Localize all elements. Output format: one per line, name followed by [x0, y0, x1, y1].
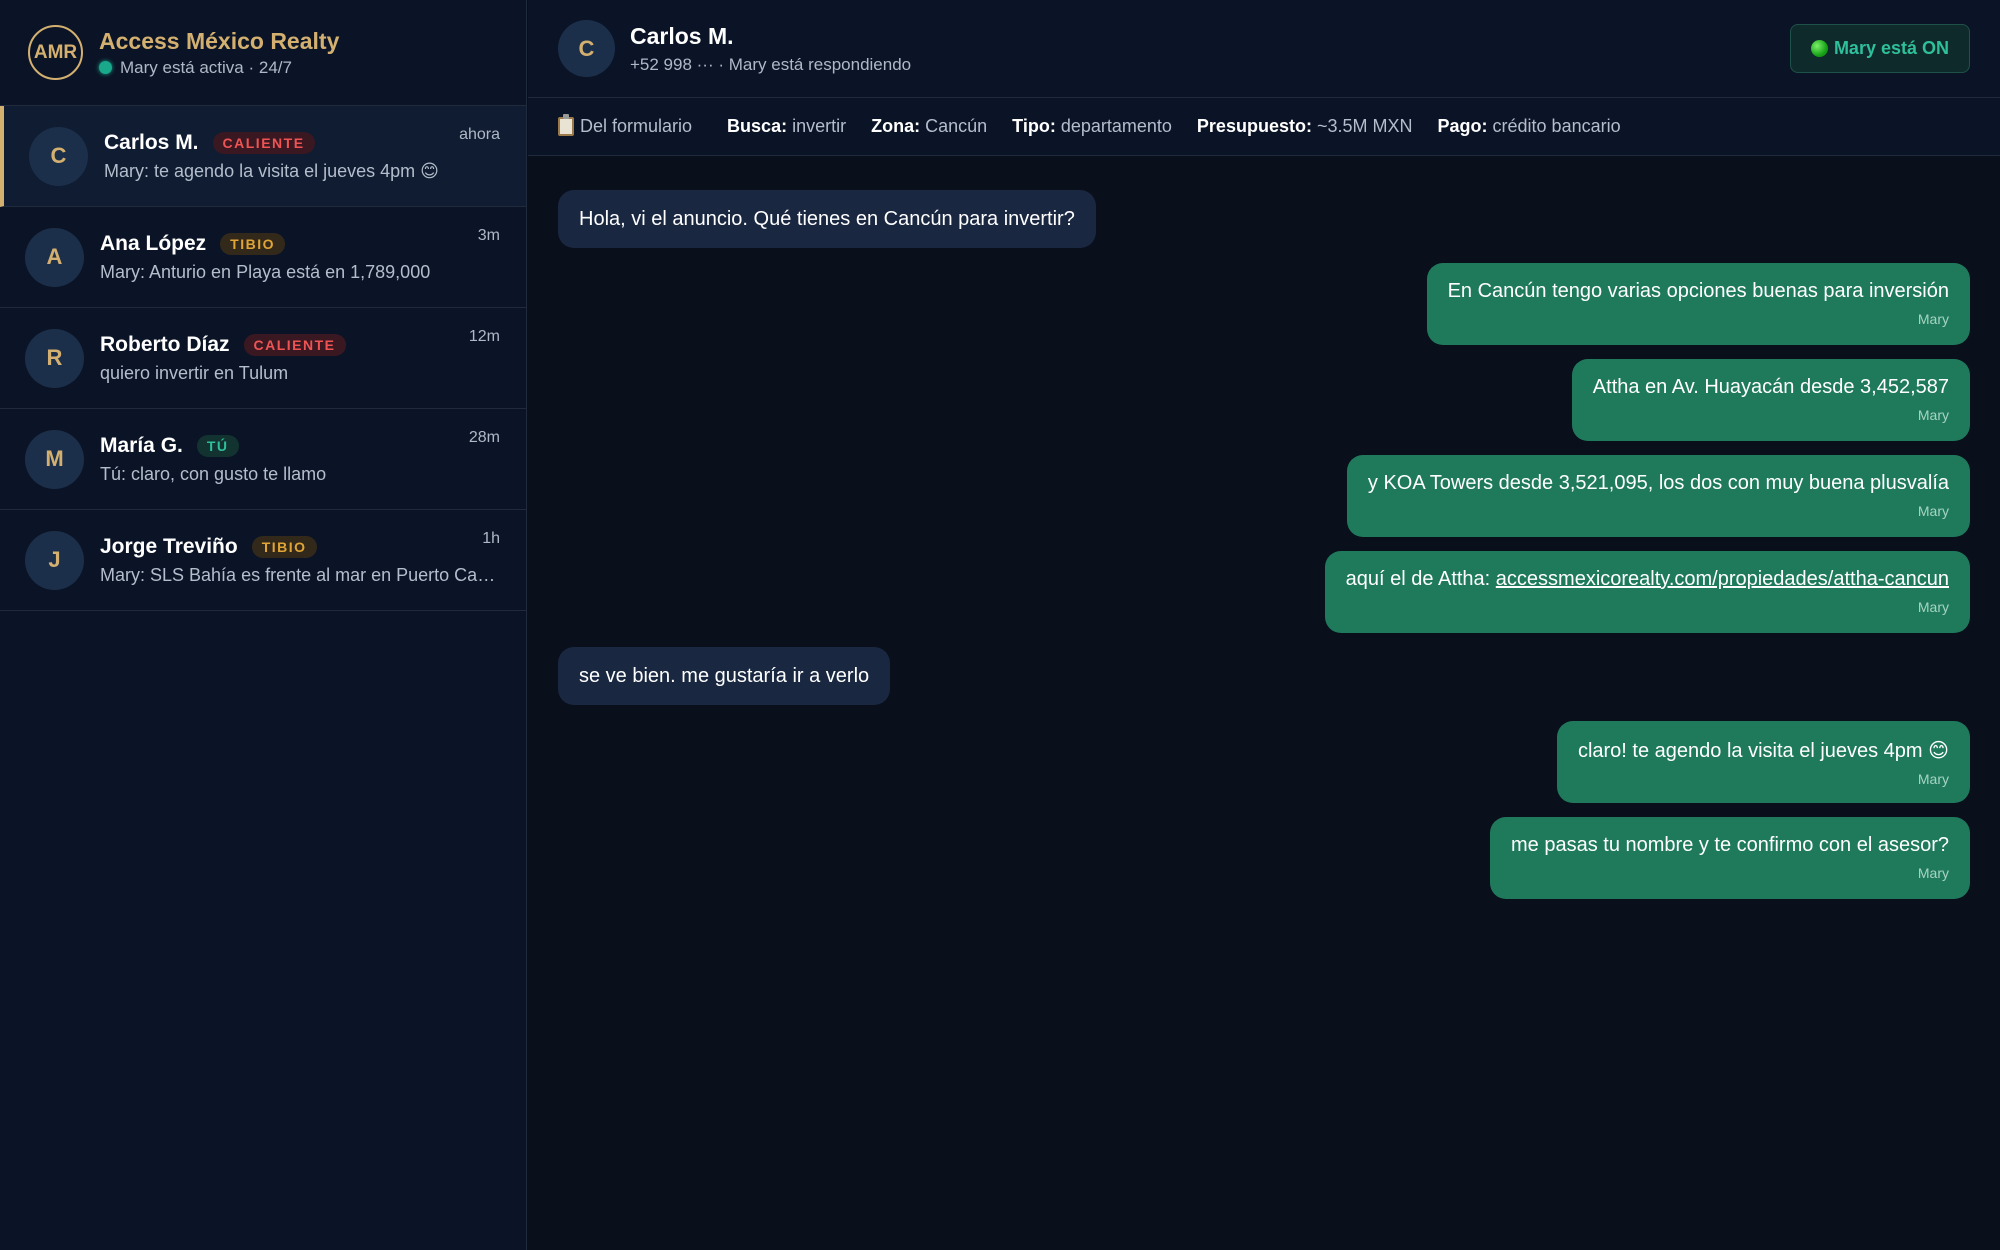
clipboard-icon: [558, 114, 574, 136]
message-preview: Tú: claro, con gusto te llamo: [100, 463, 327, 484]
conversation-sidebar: AMR Access México Realty Mary está activ…: [0, 0, 527, 1250]
incoming-message: Hola, vi el anuncio. Qué tienes en Cancú…: [558, 190, 1096, 248]
form-field-tipo: Tipo: departamento: [1012, 116, 1172, 136]
conversation-item-roberto[interactable]: R Roberto Díaz CALIENTE quiero invertir …: [0, 308, 526, 409]
message-sender: Mary: [1917, 311, 1949, 327]
form-field-busca: Busca: invertir: [727, 116, 847, 136]
message-preview: Mary: te agendo la visita el jueves 4pm …: [104, 160, 439, 181]
timestamp: 1h: [482, 530, 500, 547]
form-field-pago: Pago: crédito bancario: [1437, 116, 1621, 136]
avatar: J: [25, 530, 84, 590]
outgoing-message: y KOA Towers desde 3,521,095, los dos co…: [1346, 455, 1970, 537]
assistant-toggle-button[interactable]: Mary está ON: [1789, 24, 1970, 73]
avatar: C: [29, 126, 88, 186]
chat-subtitle: +52 998 ··· · Mary está respondiendo: [630, 54, 912, 74]
lead-form-summary: Del formulario Busca: invertir Zona: Can…: [528, 98, 2000, 156]
assistant-status: Mary está activa · 24/7: [99, 58, 339, 78]
timestamp: ahora: [459, 126, 500, 143]
property-link[interactable]: accessmexicorealty.com/propiedades/attha…: [1496, 568, 1949, 590]
conversation-item-jorge[interactable]: J Jorge Treviño TIBIO Mary: SLS Bahía es…: [0, 510, 526, 611]
timestamp: 12m: [468, 328, 500, 345]
message-sender: Mary: [1917, 865, 1949, 881]
avatar: M: [25, 429, 84, 489]
brand-name: Access México Realty: [99, 27, 340, 54]
assistant-toggle-label: Mary está ON: [1833, 38, 1949, 58]
timestamp: 28m: [468, 429, 500, 446]
chat-contact-name: Carlos M.: [630, 22, 734, 49]
lead-status-badge: CALIENTE: [212, 131, 315, 154]
message-preview: Mary: Anturio en Playa está en 1,789,000: [100, 261, 431, 282]
message-sender: Mary: [1917, 503, 1949, 519]
lead-status-badge: CALIENTE: [243, 333, 346, 356]
contact-name: Carlos M.: [104, 130, 199, 154]
contact-name: María G.: [100, 433, 183, 457]
lead-status-badge: TIBIO: [220, 232, 286, 255]
form-field-zona: Zona: Cancún: [871, 116, 988, 136]
message-sender: Mary: [1917, 771, 1949, 787]
form-field-presupuesto: Presupuesto: ~3.5M MXN: [1196, 116, 1413, 136]
outgoing-message: me pasas tu nombre y te confirmo con el …: [1490, 817, 1970, 899]
outgoing-message: Attha en Av. Huayacán desde 3,452,587 Ma…: [1571, 359, 1970, 441]
lead-status-badge: TÚ: [196, 434, 239, 457]
contact-name: Jorge Treviño: [100, 534, 238, 558]
message-preview: Mary: SLS Bahía es frente al mar en Puer…: [100, 564, 501, 585]
message-sender: Mary: [1917, 407, 1949, 423]
avatar: A: [25, 227, 84, 287]
online-dot-icon: [99, 61, 112, 74]
form-source: Del formulario: [558, 114, 693, 137]
conversation-item-ana[interactable]: A Ana López TIBIO Mary: Anturio en Playa…: [0, 207, 526, 308]
outgoing-message: aquí el de Attha: accessmexicorealty.com…: [1324, 551, 1970, 633]
conversation-item-maria[interactable]: M María G. TÚ Tú: claro, con gusto te ll…: [0, 409, 526, 510]
message-thread: Hola, vi el anuncio. Qué tienes en Cancú…: [528, 156, 2000, 1250]
outgoing-message: claro! te agendo la visita el jueves 4pm…: [1556, 721, 1970, 803]
assistant-status-text: Mary está activa · 24/7: [120, 57, 292, 77]
brand-logo: AMR: [28, 25, 83, 80]
form-source-label: Del formulario: [580, 116, 693, 136]
conversation-item-carlos[interactable]: C Carlos M. CALIENTE Mary: te agendo la …: [0, 106, 526, 207]
brand-header: AMR Access México Realty Mary está activ…: [0, 0, 526, 106]
avatar: C: [558, 20, 615, 77]
green-circle-icon: [1810, 40, 1828, 57]
incoming-message: se ve bien. me gustaría ir a verlo: [558, 647, 891, 705]
avatar: R: [25, 328, 84, 388]
message-sender: Mary: [1917, 599, 1949, 615]
timestamp: 3m: [477, 227, 500, 244]
chat-header: C Carlos M. +52 998 ··· · Mary está resp…: [528, 0, 2000, 98]
chat-panel: C Carlos M. +52 998 ··· · Mary está resp…: [528, 0, 2000, 1250]
message-preview: quiero invertir en Tulum: [100, 362, 289, 383]
lead-status-badge: TIBIO: [251, 535, 317, 558]
contact-name: Ana López: [100, 231, 207, 255]
contact-name: Roberto Díaz: [100, 332, 230, 356]
outgoing-message: En Cancún tengo varias opciones buenas p…: [1426, 263, 1970, 345]
